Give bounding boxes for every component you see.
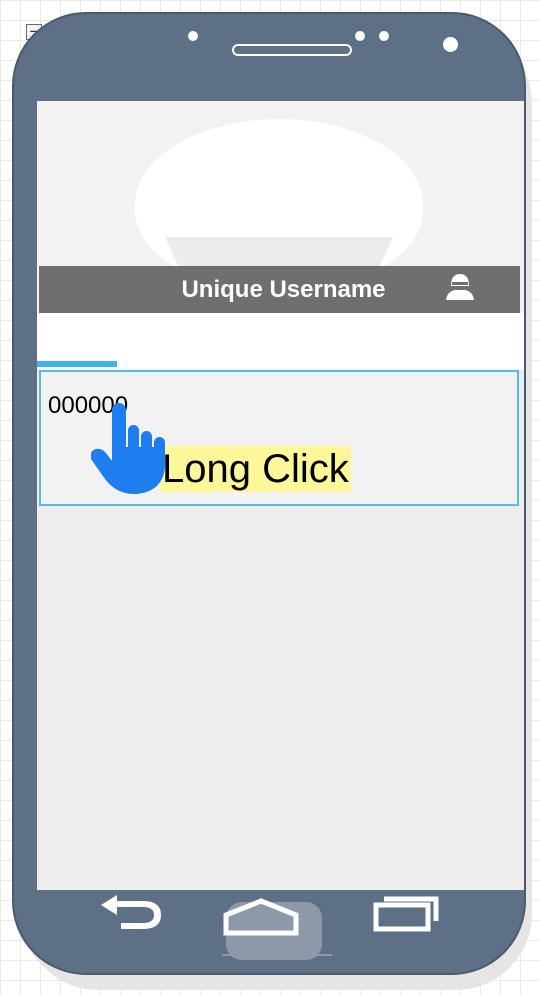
tab-indicator (37, 361, 117, 367)
back-arrow-icon[interactable] (95, 893, 165, 933)
username-bar: Unique Username (39, 266, 520, 313)
long-click-label: Long Click (160, 446, 351, 492)
home-icon[interactable] (218, 893, 304, 937)
sensor-dot-left (355, 31, 365, 41)
list-item[interactable]: 000000 Long Click (39, 370, 519, 506)
phone-screen: Unique Username 000000 Long Click (37, 101, 524, 890)
recent-apps-icon[interactable] (362, 893, 442, 933)
phone-frame: Unique Username 000000 Long Click (12, 12, 526, 975)
user-avatar-icon[interactable] (443, 272, 477, 302)
camera-lens (443, 37, 458, 52)
hand-pointer-icon (91, 403, 165, 495)
front-camera-dot (188, 31, 198, 41)
sensor-dot-right (379, 31, 389, 41)
home-button-underline (222, 954, 332, 956)
speaker-grille (232, 44, 352, 56)
